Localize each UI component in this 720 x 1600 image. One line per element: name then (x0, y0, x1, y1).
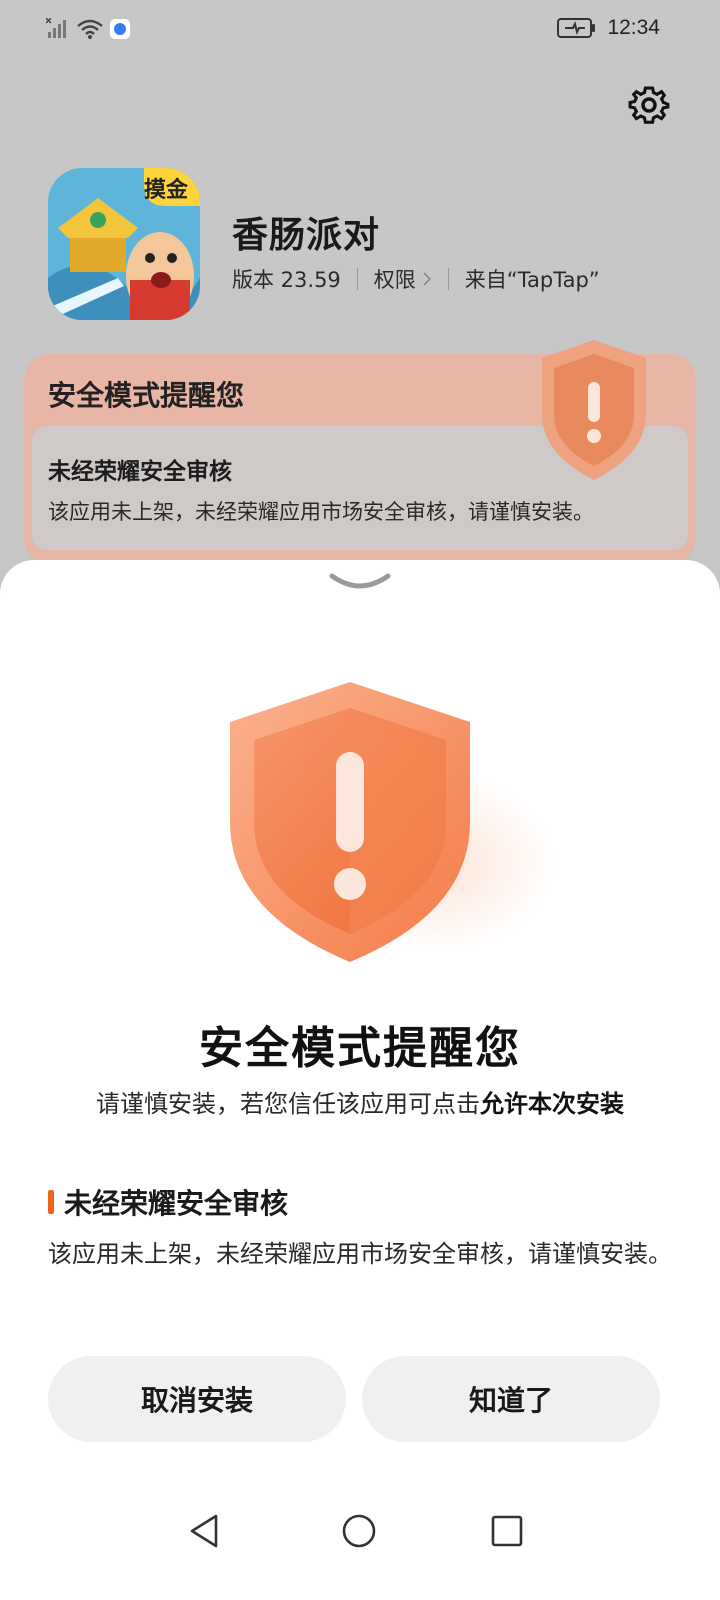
status-bar: 12:34 (0, 0, 720, 62)
collapse-handle-icon[interactable] (328, 572, 392, 594)
back-icon[interactable] (186, 1512, 224, 1550)
status-left (46, 18, 130, 40)
signal-icon (46, 18, 66, 38)
cancel-install-button[interactable]: 取消安装 (48, 1356, 346, 1442)
acknowledge-button[interactable]: 知道了 (362, 1356, 660, 1442)
reason-title-row: 未经荣耀安全审核 (48, 1182, 672, 1222)
app-icon: 摸金 (48, 168, 200, 320)
sheet-description-text: 请谨慎安装，若您信任该应用可点击 (96, 1090, 480, 1118)
gear-icon[interactable] (628, 84, 670, 126)
app-notification-icon (110, 19, 130, 39)
security-bottom-sheet: 安全模式提醒您 请谨慎安装，若您信任该应用可点击允许本次安装 未经荣耀安全审核 … (0, 560, 720, 1600)
allow-install-highlight: 允许本次安装 (480, 1090, 624, 1118)
meta-divider (447, 268, 449, 290)
shield-warning-icon (542, 340, 646, 480)
reason-accent-bar (48, 1190, 54, 1214)
shield-warning-icon (230, 682, 555, 962)
chevron-right-icon (423, 272, 431, 286)
app-version: 版本 23.59 (232, 268, 341, 292)
status-right: 12:34 (557, 16, 660, 40)
permissions-label: 权限 (373, 268, 416, 292)
sheet-description: 请谨慎安装，若您信任该应用可点击允许本次安装 (0, 1084, 720, 1119)
permissions-link[interactable]: 权限 (374, 264, 432, 294)
status-time: 12:34 (607, 16, 660, 39)
home-icon[interactable] (340, 1512, 378, 1550)
warning-card-description: 该应用未上架，未经荣耀应用市场安全审核，请谨慎安装。 (48, 500, 594, 524)
reason-block: 未经荣耀安全审核 该应用未上架，未经荣耀应用市场安全审核，请谨慎安装。 (48, 1182, 672, 1272)
reason-description: 该应用未上架，未经荣耀应用市场安全审核，请谨慎安装。 (48, 1240, 672, 1268)
app-icon-badge: 摸金 (143, 178, 188, 203)
sheet-title: 安全模式提醒您 (199, 1023, 521, 1074)
meta-divider (356, 268, 358, 290)
battery-charging-icon (557, 18, 596, 38)
warning-card-title: 安全模式提醒您 (48, 379, 245, 412)
app-source: 来自“TapTap” (464, 268, 600, 292)
app-name: 香肠派对 (232, 215, 381, 256)
wifi-icon (77, 19, 103, 39)
warning-card-subtitle: 未经荣耀安全审核 (48, 459, 232, 485)
reason-title: 未经荣耀安全审核 (64, 1187, 289, 1220)
navigation-bar (0, 1500, 720, 1560)
security-warning-card: 安全模式提醒您 未经荣耀安全审核 该应用未上架，未经荣耀应用市场安全审核，请谨慎… (24, 340, 696, 564)
recent-apps-icon[interactable] (488, 1512, 526, 1550)
app-meta: 版本 23.59 权限 来自“TapTap” (232, 264, 600, 294)
